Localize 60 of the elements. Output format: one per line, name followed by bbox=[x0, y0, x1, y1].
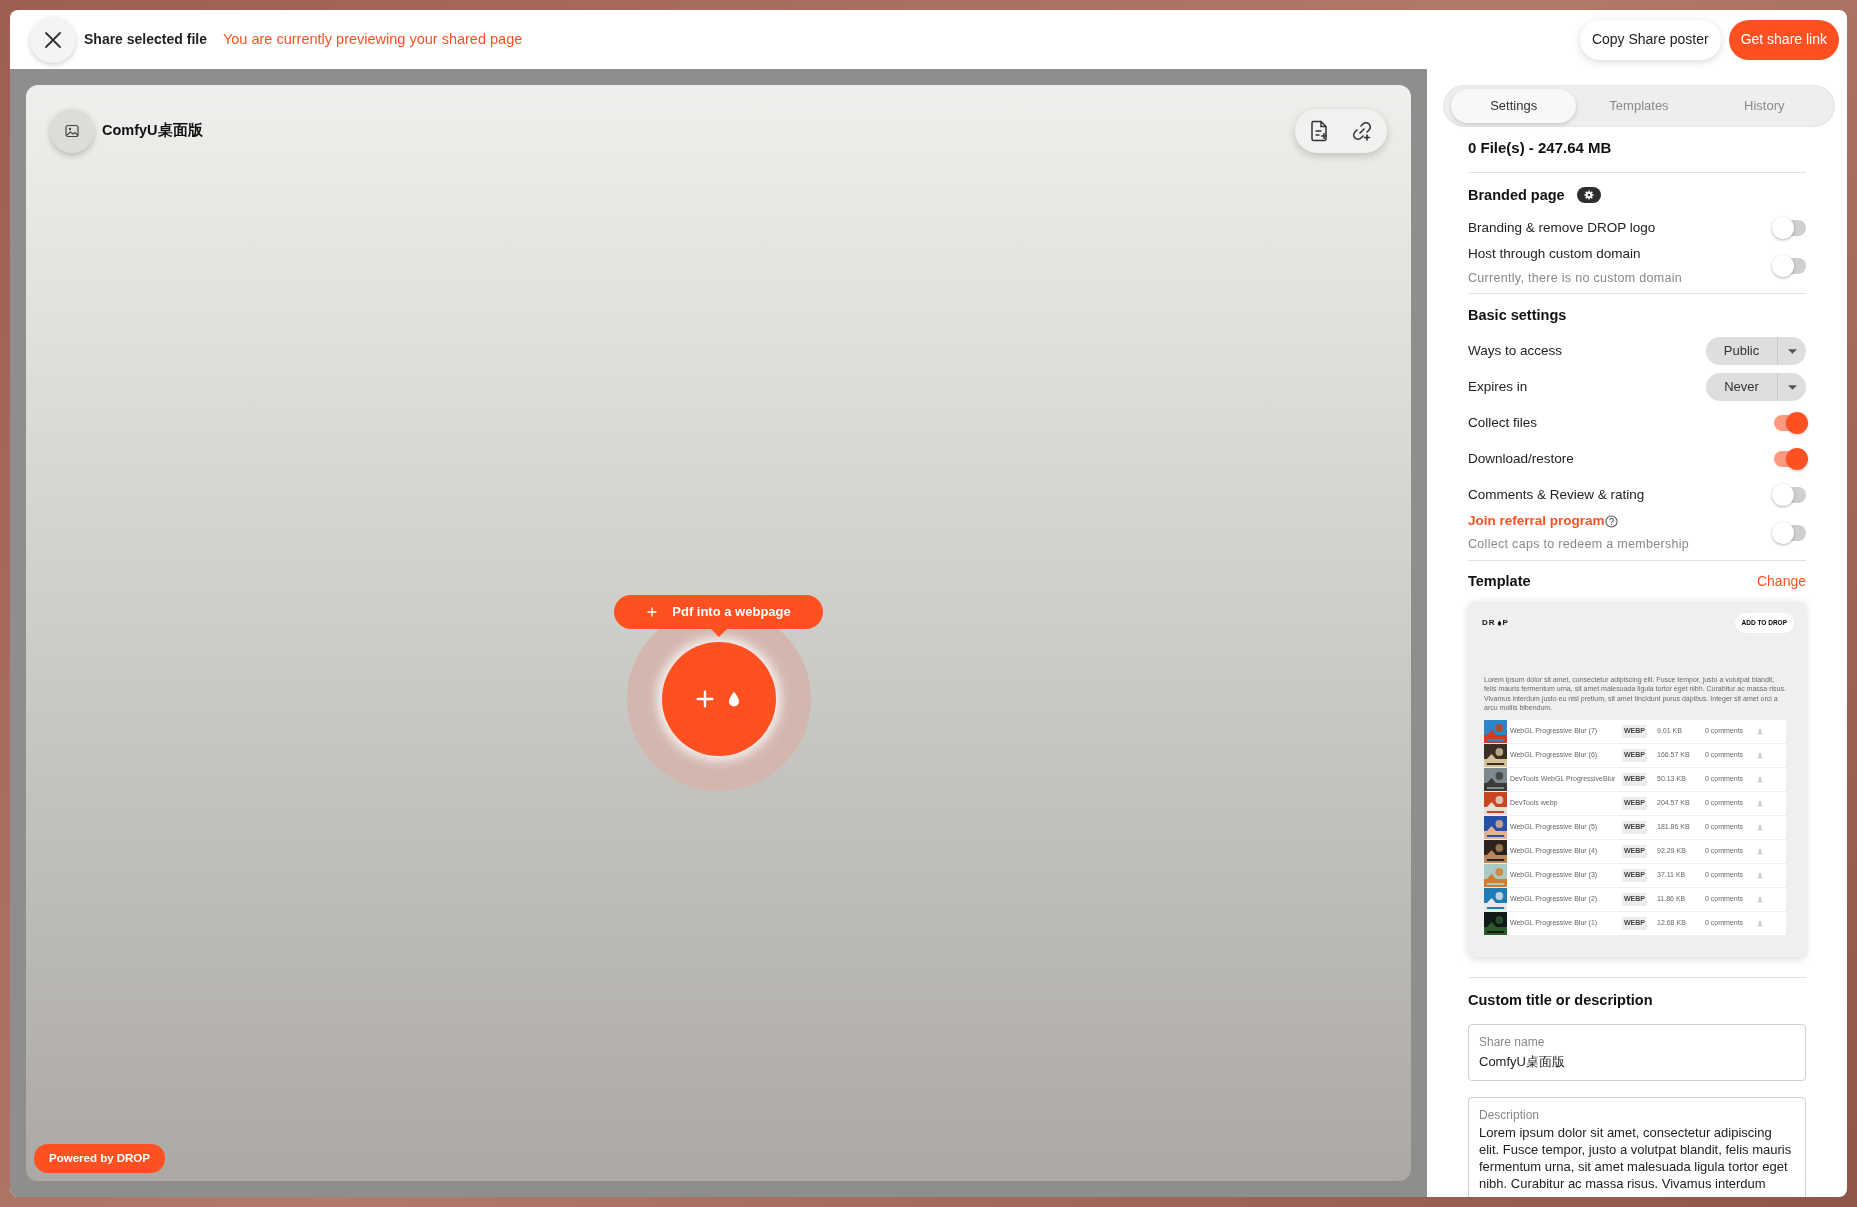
setting-label: Host through custom domain bbox=[1468, 245, 1641, 264]
description-field[interactable] bbox=[1468, 1096, 1806, 1197]
toggle-switch[interactable] bbox=[1774, 257, 1806, 274]
download-icon bbox=[1757, 728, 1763, 735]
logo-text: P bbox=[1502, 616, 1509, 629]
text-input[interactable]: ComfyU桌面版 bbox=[1479, 1052, 1795, 1070]
setting-hint: Collect caps to redeem a membership bbox=[1468, 536, 1689, 554]
close-button[interactable] bbox=[30, 16, 76, 63]
select-dropdown[interactable]: Public bbox=[1706, 337, 1806, 365]
download-icon bbox=[1757, 800, 1763, 807]
page-title: Share selected file bbox=[84, 30, 207, 49]
logo-text: DR bbox=[1482, 616, 1496, 629]
field-label: Description bbox=[1479, 1106, 1541, 1124]
field-label: Share name bbox=[1479, 1033, 1546, 1051]
section-heading: Custom title or description bbox=[1468, 990, 1654, 1010]
settings-button[interactable] bbox=[1576, 187, 1601, 204]
toggle-switch[interactable] bbox=[1774, 451, 1806, 467]
section-heading: Basic settings bbox=[1468, 306, 1568, 326]
toggle-switch[interactable] bbox=[1774, 524, 1806, 541]
copy-poster-button[interactable]: Copy Share poster bbox=[1579, 19, 1721, 60]
setting-hint: Currently, there is no custom domain bbox=[1468, 269, 1683, 287]
setting-label: Comments & Review & rating bbox=[1468, 485, 1645, 504]
upload-button[interactable] bbox=[661, 642, 776, 756]
setting-label: Expires in bbox=[1468, 377, 1528, 396]
setting-label: Collect files bbox=[1468, 413, 1538, 432]
drop-icon bbox=[1495, 618, 1503, 627]
download-icon bbox=[1757, 872, 1763, 879]
add-file-button[interactable] bbox=[1309, 120, 1329, 142]
setting-label: Ways to access bbox=[1468, 341, 1563, 360]
preview-notice: You are currently previewing your shared page bbox=[222, 29, 523, 49]
download-icon bbox=[1757, 896, 1763, 903]
document-plus-icon bbox=[1309, 120, 1329, 142]
download-icon bbox=[1757, 824, 1763, 831]
caret-icon bbox=[1787, 384, 1797, 390]
setting-label: Download/restore bbox=[1468, 449, 1574, 468]
card-title: ComfyU桌面版 bbox=[102, 121, 203, 141]
download-icon bbox=[1757, 752, 1763, 759]
copy-link-button[interactable] bbox=[1351, 120, 1373, 142]
link-icon bbox=[1351, 120, 1373, 142]
toggle-switch[interactable] bbox=[1774, 220, 1806, 237]
select-dropdown[interactable]: Never bbox=[1706, 373, 1806, 401]
download-icon bbox=[1757, 920, 1763, 927]
image-icon bbox=[65, 124, 79, 138]
section-heading: Template bbox=[1468, 572, 1531, 591]
image-button[interactable] bbox=[50, 109, 94, 153]
plus-icon bbox=[646, 606, 659, 618]
help-icon bbox=[1604, 514, 1618, 528]
close-icon bbox=[43, 29, 63, 50]
toggle-switch[interactable] bbox=[1774, 415, 1806, 431]
file-summary: 0 File(s) - 247.64 MB bbox=[1468, 138, 1613, 158]
text-input[interactable]: Lorem ipsum dolor sit amet, consectetur adipiscing elit. Fusce tempor, justo a volutpat blandit, felis mauris fermentum urna, sit amet malesuada ligula tortor eget nibh. Curabitur ac massa risus. Vivamus interdum bbox=[1479, 1123, 1795, 1192]
download-icon bbox=[1757, 776, 1763, 783]
gear-icon bbox=[1583, 190, 1594, 201]
toggle-switch[interactable] bbox=[1774, 487, 1806, 503]
tab[interactable]: Settings bbox=[1451, 89, 1577, 123]
setting-label: Branding & remove DROP logo bbox=[1468, 219, 1656, 238]
share-name-field[interactable]: Share name ComfyU桌面版 bbox=[1468, 1023, 1806, 1081]
download-icon bbox=[1757, 848, 1763, 855]
section-heading: Branded page bbox=[1468, 185, 1565, 205]
caret-icon bbox=[1787, 348, 1797, 354]
